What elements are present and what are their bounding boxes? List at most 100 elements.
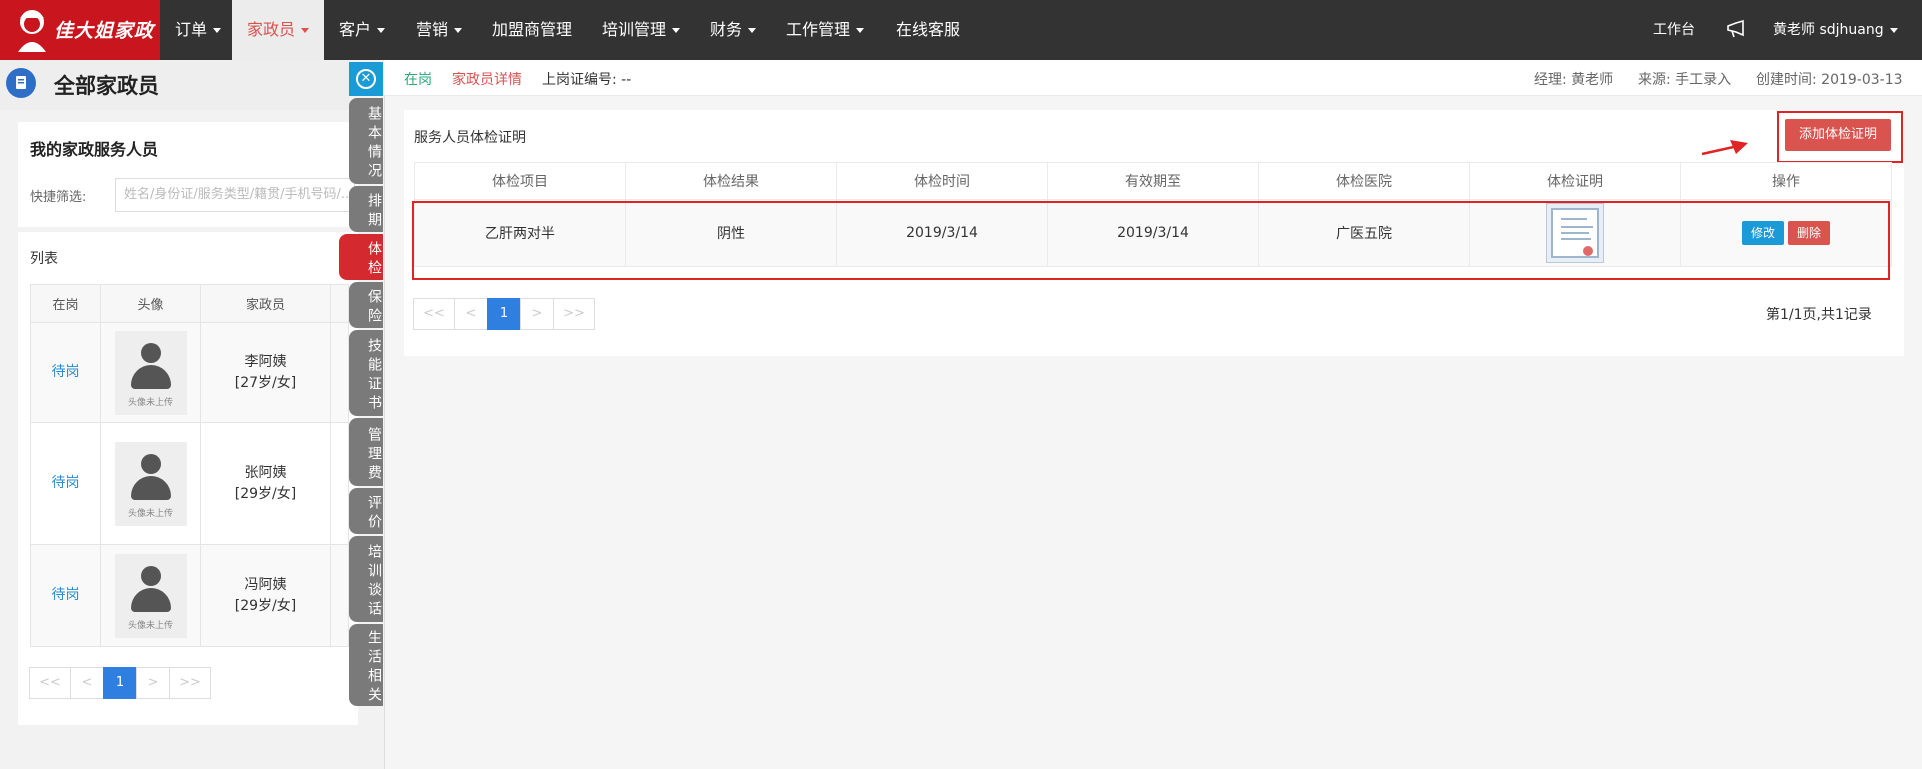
col-name: 家政员 — [200, 284, 331, 323]
nav-customers[interactable]: 客户 — [324, 0, 400, 60]
nav-online-service[interactable]: 在线客服 — [881, 0, 975, 60]
nav-housekeepers-label: 家政员 — [247, 20, 296, 39]
nav-orders-label: 订单 — [175, 20, 208, 39]
add-exam-button[interactable]: 添加体检证明 — [1785, 119, 1891, 151]
status-label: 在岗 — [404, 72, 432, 88]
status-link[interactable]: 待岗 — [52, 475, 80, 491]
chevron-down-icon — [454, 28, 463, 33]
pager-first[interactable]: << — [413, 298, 455, 330]
list-label: 列表 — [30, 251, 58, 267]
user-name: 黄老师 sdjhuang — [1773, 22, 1884, 38]
filter-input[interactable]: 姓名/身份证/服务类型/籍贯/手机号码/... — [115, 178, 355, 212]
exam-date: 2019/3/14 — [836, 199, 1048, 267]
tab-evaluation[interactable]: 评价 — [349, 488, 383, 534]
col-certificate: 体检证明 — [1469, 162, 1681, 200]
table-row[interactable]: 待岗 头像未上传 冯阿姨 [29岁/女] — [30, 544, 349, 647]
delete-button[interactable]: 删除 — [1788, 221, 1830, 245]
col-actions: 操作 — [1680, 162, 1892, 200]
col-hospital: 体检医院 — [1258, 162, 1470, 200]
chevron-down-icon — [301, 28, 310, 33]
nav-marketing-label: 营销 — [416, 20, 449, 39]
nav-work[interactable]: 工作管理 — [771, 0, 879, 60]
tab-skill-cert[interactable]: 技能证书 — [349, 330, 383, 416]
card-title: 服务人员体检证明 — [414, 130, 526, 146]
tab-schedule[interactable]: 排期 — [349, 186, 383, 232]
nav-franchise-label: 加盟商管理 — [492, 20, 573, 39]
chevron-down-icon — [213, 28, 222, 33]
housekeeper-info: [27岁/女] — [234, 374, 297, 391]
nav-finance[interactable]: 财务 — [695, 0, 771, 60]
pager-page-1[interactable]: 1 — [103, 667, 137, 699]
status-link[interactable]: 待岗 — [52, 587, 80, 603]
pager-page-1[interactable]: 1 — [487, 298, 521, 330]
nav-franchise[interactable]: 加盟商管理 — [477, 0, 587, 60]
close-icon: ✕ — [356, 69, 376, 89]
col-avatar: 头像 — [100, 284, 201, 323]
left-header — [0, 60, 350, 110]
tab-life[interactable]: 生活相关 — [349, 624, 383, 706]
logo-text: 佳大姐家政 — [54, 20, 155, 42]
col-status: 在岗 — [30, 284, 101, 323]
col-exam-date: 体检时间 — [836, 162, 1048, 200]
avatar-caption: 头像未上传 — [127, 508, 173, 519]
nav-online-service-label: 在线客服 — [896, 20, 961, 39]
tab-management-fee[interactable]: 管理费 — [349, 418, 383, 486]
table-row[interactable]: 待岗 头像未上传 李阿姨 [27岁/女] — [30, 322, 349, 423]
user-menu[interactable]: 黄老师 sdjhuang — [1773, 0, 1898, 60]
filter-label: 快捷筛选: — [30, 190, 87, 205]
megaphone-icon[interactable] — [1726, 20, 1746, 38]
pager-next[interactable]: > — [520, 298, 554, 330]
housekeeper-name: 张阿姨 — [244, 464, 287, 481]
pager-next[interactable]: > — [136, 667, 170, 699]
book-icon — [6, 68, 36, 98]
exam-item: 乙肝两对半 — [414, 199, 626, 267]
housekeeper-info: [29岁/女] — [234, 485, 297, 502]
pager-first[interactable]: << — [29, 667, 71, 699]
cert-number: 上岗证编号: -- — [542, 72, 632, 88]
tab-physical-exam[interactable]: 体检 — [339, 234, 383, 280]
page-title: 全部家政员 — [54, 74, 159, 98]
chevron-down-icon — [748, 28, 757, 33]
housekeeper-info: [29岁/女] — [234, 597, 297, 614]
pager-prev[interactable]: < — [454, 298, 488, 330]
housekeeper-name: 李阿姨 — [244, 353, 287, 370]
housekeeper-name: 冯阿姨 — [244, 576, 287, 593]
pager-last[interactable]: >> — [553, 298, 595, 330]
pager-prev[interactable]: < — [70, 667, 104, 699]
nav-workbench[interactable]: 工作台 — [1653, 0, 1695, 60]
chevron-down-icon — [1889, 27, 1898, 33]
close-panel-button[interactable]: ✕ — [349, 62, 383, 96]
avatar: 头像未上传 — [114, 553, 187, 638]
nav-work-label: 工作管理 — [786, 20, 851, 39]
tab-basic-info[interactable]: 基本情况 — [349, 98, 383, 184]
avatar-caption: 头像未上传 — [127, 397, 173, 408]
edit-button[interactable]: 修改 — [1742, 221, 1784, 245]
pager-last[interactable]: >> — [169, 667, 211, 699]
page-info: 第1/1页,共1记录 — [1766, 307, 1872, 323]
nav-orders[interactable]: 订单 — [160, 0, 236, 60]
top-nav: 佳大姐家政 订单 家政员 客户 营销 加盟商管理 培训管理 财务 工作管理 在线… — [0, 0, 1922, 60]
nav-housekeepers[interactable]: 家政员 — [232, 0, 325, 60]
chevron-down-icon — [377, 28, 386, 33]
status-link[interactable]: 待岗 — [52, 364, 80, 380]
detail-link[interactable]: 家政员详情 — [452, 69, 522, 89]
col-exam-item: 体检项目 — [414, 162, 626, 200]
manager-label: 经理: 黄老师 — [1534, 72, 1614, 88]
certificate-thumbnail[interactable] — [1546, 203, 1604, 263]
housekeeper-table: 在岗 头像 家政员 待岗 头像未上传 李阿姨 [27岁/女] 待岗 头像未上传 张… — [30, 284, 349, 647]
avatar-caption: 头像未上传 — [127, 620, 173, 631]
logo[interactable]: 佳大姐家政 — [0, 0, 160, 60]
table-row[interactable]: 待岗 头像未上传 张阿姨 [29岁/女] — [30, 422, 349, 545]
table-row: 乙肝两对半 阴性 2019/3/14 2019/3/14 广医五院 修改 删除 — [414, 199, 1892, 267]
chevron-down-icon — [672, 28, 681, 33]
tab-insurance[interactable]: 保险 — [349, 282, 383, 328]
col-extra — [330, 284, 349, 323]
exam-pagination: << < 1 > >> — [413, 298, 595, 330]
exam-result: 阴性 — [625, 199, 837, 267]
nav-training[interactable]: 培训管理 — [587, 0, 695, 60]
exam-table: 体检项目 体检结果 体检时间 有效期至 体检医院 体检证明 操作 乙肝两对半 阴… — [414, 162, 1892, 267]
exam-hospital: 广医五院 — [1258, 199, 1470, 267]
tab-training-talk[interactable]: 培训谈话 — [349, 536, 383, 622]
nav-marketing[interactable]: 营销 — [401, 0, 477, 60]
nav-customers-label: 客户 — [339, 20, 372, 39]
